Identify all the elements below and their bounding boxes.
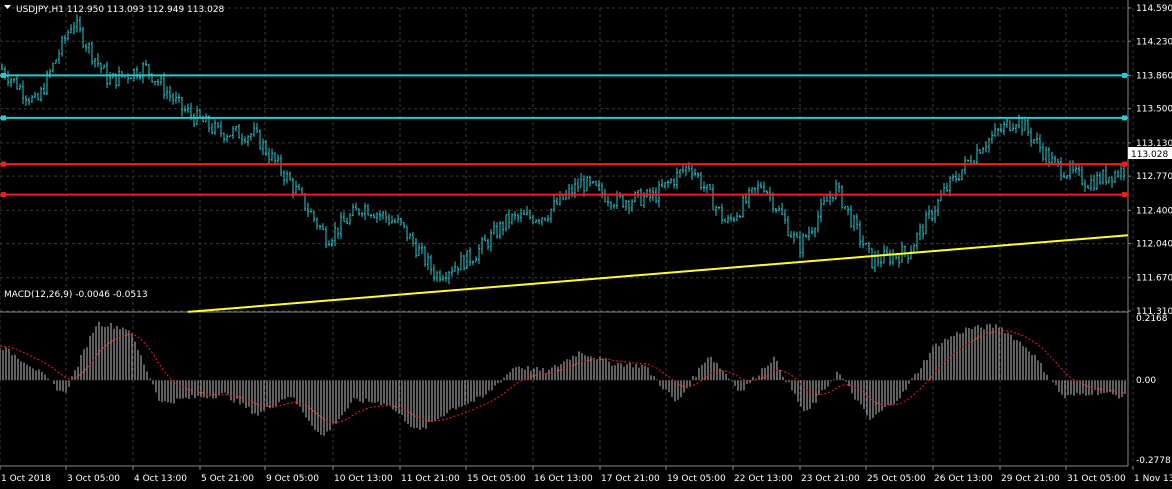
level-handle-right[interactable] (1122, 161, 1127, 167)
level-handle-right[interactable] (1122, 72, 1127, 78)
time-tick-label: 11 Oct 21:00 (401, 474, 460, 484)
time-tick-label: 15 Oct 05:00 (467, 474, 526, 484)
chart-canvas: 114.590114.230113.860113.500113.130112.7… (0, 0, 1172, 489)
price-tick-label: 114.590 (1136, 4, 1172, 14)
macd-tick-label: 0.00 (1136, 376, 1156, 386)
price-tick-label: 111.670 (1136, 274, 1172, 284)
level-handle-left[interactable] (1, 161, 6, 167)
time-tick-label: 19 Oct 05:00 (667, 474, 726, 484)
macd-tick-label: 0.2168 (1136, 314, 1168, 324)
price-tick-label: 112.770 (1136, 172, 1172, 182)
time-tick-label: 25 Oct 05:00 (867, 474, 926, 484)
time-tick-label: 31 Oct 05:00 (1067, 474, 1126, 484)
time-tick-label: 5 Oct 21:00 (201, 474, 254, 484)
time-tick-label: 4 Oct 13:00 (134, 474, 187, 484)
chart-title: USDJPY,H1 112.950 113.093 112.949 113.02… (16, 5, 225, 15)
macd-title: MACD(12,26,9) -0.0046 -0.0513 (4, 290, 148, 300)
time-tick-label: 1 Nov 13:00 (1134, 474, 1172, 484)
current-price-label: 113.028 (1131, 150, 1168, 160)
price-tick-label: 114.230 (1136, 37, 1172, 47)
time-tick-label: 26 Oct 13:00 (934, 474, 993, 484)
level-handle-right[interactable] (1122, 115, 1127, 121)
time-tick-label: 29 Oct 21:00 (1001, 474, 1060, 484)
level-handle-right[interactable] (1122, 192, 1127, 198)
level-handle-left[interactable] (1, 72, 6, 78)
time-tick-label: 16 Oct 13:00 (534, 474, 593, 484)
price-tick-label: 112.040 (1136, 240, 1172, 250)
time-tick-label: 1 Oct 2018 (1, 474, 51, 484)
time-tick-label: 10 Oct 13:00 (334, 474, 393, 484)
time-tick-label: 17 Oct 21:00 (601, 474, 660, 484)
level-handle-left[interactable] (1, 115, 6, 121)
time-tick-label: 9 Oct 05:00 (266, 474, 319, 484)
level-handle-left[interactable] (1, 192, 6, 198)
price-tick-label: 113.860 (1136, 71, 1172, 81)
macd-tick-label: -0.2778 (1136, 456, 1171, 466)
price-tick-label: 112.400 (1136, 206, 1172, 216)
time-tick-label: 22 Oct 13:00 (734, 474, 793, 484)
price-tick-label: 113.500 (1136, 105, 1172, 115)
time-tick-label: 23 Oct 21:00 (801, 474, 860, 484)
time-tick-label: 3 Oct 05:00 (67, 474, 120, 484)
current-price-tag: 113.028 (1128, 147, 1172, 160)
